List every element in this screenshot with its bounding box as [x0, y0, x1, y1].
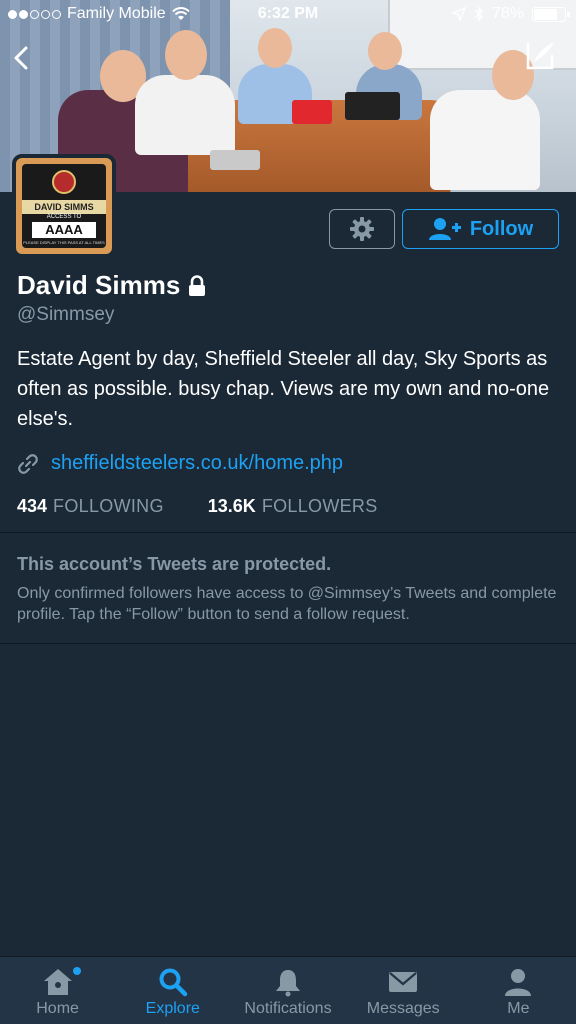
following-number: 434	[17, 496, 48, 516]
profile-bio: Estate Agent by day, Sheffield Steeler a…	[17, 348, 550, 430]
header-red-laptop	[292, 100, 332, 124]
website-link[interactable]: sheffieldsteelers.co.uk/home.php	[51, 452, 343, 475]
follow-button-label: Follow	[469, 217, 534, 240]
compose-tweet-button[interactable]	[520, 38, 560, 74]
tab-explore[interactable]: Explore	[115, 957, 230, 1024]
pass-access-label: ACCESS TO	[46, 214, 82, 220]
following-count[interactable]: 434 FOLLOWING	[17, 496, 164, 517]
person-icon	[505, 969, 532, 996]
section-divider	[0, 532, 576, 533]
pass-access-level: AAAA	[32, 222, 96, 238]
tab-bar: Home Explore Notifications Messages Me	[0, 956, 576, 1024]
tab-notifications-label: Notifications	[244, 1000, 332, 1017]
pass-name: DAVID SIMMS	[22, 200, 106, 214]
battery-percent: 78%	[491, 5, 524, 22]
steelers-crest-icon	[52, 170, 76, 194]
search-icon	[159, 968, 188, 997]
gear-icon	[350, 217, 374, 241]
bluetooth-icon	[474, 6, 484, 22]
settings-button[interactable]	[329, 209, 395, 249]
tab-messages[interactable]: Messages	[346, 957, 461, 1024]
chevron-left-icon	[14, 46, 28, 70]
add-person-icon	[428, 218, 461, 240]
tab-me[interactable]: Me	[461, 957, 576, 1024]
header-silver-laptop	[210, 150, 260, 170]
pass-note: PLEASE DISPLAY THIS PASS AT ALL TIMES	[23, 240, 105, 245]
envelope-icon	[389, 972, 418, 992]
followers-label: FOLLOWERS	[261, 496, 378, 516]
quill-compose-icon	[526, 42, 554, 70]
followers-number: 13.6K	[207, 496, 256, 516]
profile-name-row: David Simms	[17, 270, 206, 301]
profile-avatar[interactable]: DAVID SIMMS ACCESS TO AAAA PLEASE DISPLA…	[12, 154, 116, 258]
display-name: David Simms	[17, 270, 181, 300]
avatar-access-pass: DAVID SIMMS ACCESS TO AAAA PLEASE DISPLA…	[22, 164, 106, 248]
follow-button[interactable]: Follow	[402, 209, 559, 249]
follow-counts: 434 FOLLOWING 13.6K FOLLOWERS	[17, 496, 378, 517]
link-icon	[18, 453, 38, 474]
home-badge-dot	[73, 967, 81, 975]
profile-handle: @Simmsey	[17, 304, 115, 325]
section-divider	[0, 643, 576, 644]
followers-count[interactable]: 13.6K FOLLOWERS	[208, 496, 378, 517]
following-label: FOLLOWING	[53, 496, 164, 516]
bell-icon	[276, 970, 300, 997]
battery-icon	[532, 6, 570, 22]
tab-notifications[interactable]: Notifications	[230, 957, 345, 1024]
protected-notice-text: Only confirmed followers have access to …	[17, 585, 557, 623]
tab-messages-label: Messages	[366, 1000, 440, 1017]
home-icon	[43, 969, 72, 995]
lock-icon	[189, 274, 206, 296]
tab-me-label: Me	[507, 1000, 530, 1017]
header-black-laptop	[345, 92, 400, 120]
profile-website[interactable]: sheffieldsteelers.co.uk/home.php	[17, 452, 343, 475]
tab-home-label: Home	[36, 1000, 79, 1017]
protected-notice-title: This account’s Tweets are protected.	[17, 554, 332, 574]
location-arrow-icon	[451, 7, 466, 21]
tab-home[interactable]: Home	[0, 957, 115, 1024]
status-bar: Family Mobile 6:32 PM 78%	[0, 0, 576, 30]
tab-explore-label: Explore	[145, 1000, 200, 1017]
back-button[interactable]	[6, 40, 36, 76]
